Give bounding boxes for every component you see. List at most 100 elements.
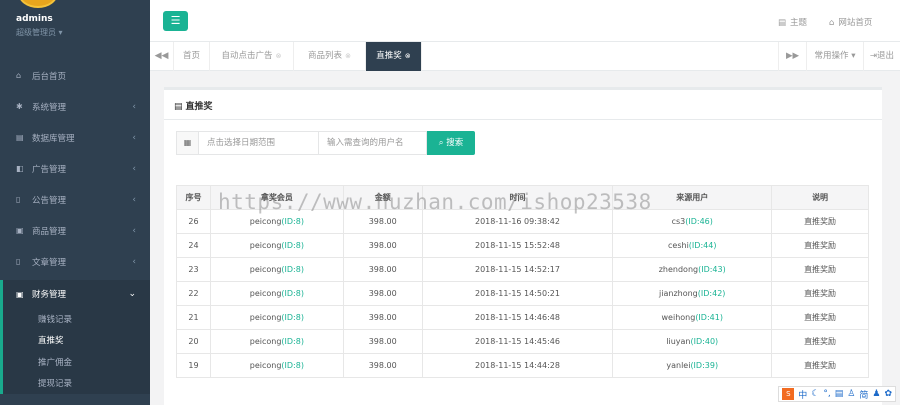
keyboard-icon[interactable]: ▤	[835, 389, 844, 399]
sidebar-item-label: 商品管理	[32, 226, 67, 237]
table-row: 19 peicong(ID:8) 398.00 2018-11-15 14:44:28…	[176, 353, 869, 378]
amount-cell: 398.00	[342, 353, 423, 378]
winner-cell: peicong(ID:8)	[209, 233, 344, 258]
cube-icon: ▣	[16, 226, 24, 235]
row-number: 22	[176, 281, 211, 306]
content-panel: ▤ 直推奖 ▦ 点击选择日期范围 输入需查询的用户名 ⌕ 搜索 序号 拿奖会员 金…	[164, 87, 882, 405]
time-cell: 2018-11-15 14:52:17	[421, 257, 614, 282]
tab-home[interactable]: 首页	[174, 42, 210, 71]
row-number: 23	[176, 257, 211, 282]
tab-scroll-right-button[interactable]: ▶▶	[778, 42, 806, 71]
sidebar-item-label: 后台首页	[32, 71, 67, 82]
date-range-input[interactable]: 点击选择日期范围	[199, 131, 319, 155]
chevron-left-icon: ‹	[132, 163, 136, 174]
site-home-link[interactable]: ⌂ 网站首页	[829, 16, 872, 28]
chevron-down-icon: ⌄	[128, 289, 136, 299]
close-tab-icon[interactable]: ⊗	[276, 52, 282, 60]
theme-link[interactable]: ▤ 主题	[778, 16, 807, 28]
tab-scroll-left-button[interactable]: ◀◀	[150, 42, 174, 71]
home-icon: ⌂	[829, 18, 835, 28]
search-button[interactable]: ⌕ 搜索	[427, 131, 475, 155]
tab-auto-click-ads[interactable]: 自动点击广告 ⊗	[210, 42, 294, 71]
sidebar-item-label: 系统管理	[32, 102, 67, 113]
shirt-icon[interactable]: ♟	[872, 389, 880, 399]
top-bar: ☰ ▤ 主题 ⌂ 网站首页	[150, 0, 900, 42]
time-cell: 2018-11-15 14:44:28	[421, 353, 614, 378]
username-search-input[interactable]: 输入需查询的用户名	[319, 131, 427, 155]
submenu-item[interactable]: 推广佣金	[3, 351, 150, 373]
menu-toggle-button[interactable]: ☰	[163, 11, 188, 31]
calendar-icon[interactable]: ▦	[176, 131, 199, 155]
ime-simplified-toggle[interactable]: 简	[859, 388, 868, 401]
chevron-left-icon: ‹	[132, 225, 136, 236]
submenu-item[interactable]: 提现记录	[3, 373, 150, 395]
source-user-cell: jianzhong(ID:42)	[612, 281, 773, 306]
ime-logo-icon: S	[782, 388, 795, 400]
gear-icon: ✱	[16, 102, 23, 111]
sidebar-item-copy[interactable]: ◧ 广告管理 ‹	[0, 153, 150, 184]
close-tab-icon[interactable]: ⊗	[405, 52, 411, 60]
description-cell: 直推奖励	[771, 329, 869, 354]
divider	[164, 119, 882, 120]
submenu-item[interactable]: 直推奖	[3, 330, 150, 352]
submenu-item[interactable]: 赚钱记录	[3, 308, 150, 330]
time-cell: 2018-11-15 14:50:21	[421, 281, 614, 306]
user-icon[interactable]: ♙	[847, 389, 855, 399]
source-user-cell: liuyan(ID:40)	[612, 329, 773, 354]
chevron-left-icon: ‹	[132, 132, 136, 143]
sidebar-item-database[interactable]: ▤ 数据库管理 ‹	[0, 122, 150, 153]
database-icon: ▤	[16, 133, 24, 142]
tab-bar: ◀◀ 首页 自动点击广告 ⊗ 商品列表 ⊗ 直推奖 ⊗ ▶▶ 常用操作 ▾ ⇥退出	[150, 42, 900, 71]
row-number: 20	[176, 329, 211, 354]
description-cell: 直推奖励	[771, 209, 869, 234]
sidebar-item-finance[interactable]: ▣ 财务管理 ⌄	[0, 280, 150, 308]
document-icon: ▯	[16, 257, 21, 266]
copy-icon: ◧	[16, 164, 24, 173]
source-user-cell: zhendong(ID:43)	[612, 257, 773, 282]
chevron-left-icon: ‹	[132, 194, 136, 205]
tab-direct-referral[interactable]: 直推奖 ⊗	[366, 42, 422, 71]
time-cell: 2018-11-15 14:45:46	[421, 329, 614, 354]
avatar[interactable]	[18, 0, 58, 8]
sidebar-item-cube[interactable]: ▣ 商品管理 ‹	[0, 215, 150, 246]
winner-cell: peicong(ID:8)	[209, 257, 344, 282]
amount-cell: 398.00	[342, 305, 423, 330]
table-row: 20 peicong(ID:8) 398.00 2018-11-15 14:45:46…	[176, 329, 869, 354]
row-number: 21	[176, 305, 211, 330]
row-number: 19	[176, 353, 211, 378]
logout-icon: ⇥	[869, 51, 878, 61]
sidebar-item-label: 广告管理	[32, 164, 67, 175]
settings-icon[interactable]: ✿	[884, 389, 892, 399]
sidebar-item-home[interactable]: ⌂ 后台首页	[0, 60, 150, 91]
tab-product-list[interactable]: 商品列表 ⊗	[294, 42, 366, 71]
logout-button[interactable]: ⇥退出	[863, 42, 900, 71]
table-row: 23 peicong(ID:8) 398.00 2018-11-15 14:52:17…	[176, 257, 869, 282]
amount-cell: 398.00	[342, 281, 423, 306]
column-header: 序号	[176, 185, 211, 210]
table-row: 22 peicong(ID:8) 398.00 2018-11-15 14:50:21…	[176, 281, 869, 306]
moon-icon[interactable]: ☾	[811, 389, 819, 399]
winner-cell: peicong(ID:8)	[209, 329, 344, 354]
amount-cell: 398.00	[342, 329, 423, 354]
amount-cell: 398.00	[342, 257, 423, 282]
ime-toolbar[interactable]: S 中 ☾ °, ▤ ♙ 简 ♟ ✿	[778, 386, 896, 402]
table-row: 24 peicong(ID:8) 398.00 2018-11-15 15:52:48…	[176, 233, 869, 258]
description-cell: 直推奖励	[771, 305, 869, 330]
sidebar-item-file[interactable]: ▯ 公告管理 ‹	[0, 184, 150, 215]
sidebar: admins 超级管理员 ▾ ⌂ 后台首页 ✱ 系统管理 ‹ ▤ 数据库管理 ‹ ◧ 广告管理 ‹ ▯…	[0, 0, 150, 405]
close-tab-icon[interactable]: ⊗	[345, 52, 351, 60]
punctuation-icon[interactable]: °,	[823, 389, 830, 399]
column-header: 说明	[771, 185, 869, 210]
winner-cell: peicong(ID:8)	[209, 353, 344, 378]
user-name: admins	[16, 14, 53, 24]
watermark: https://www.huzhan.com/ishop23538	[218, 190, 652, 214]
common-operations-dropdown[interactable]: 常用操作 ▾	[806, 42, 863, 71]
chevron-left-icon: ‹	[132, 101, 136, 112]
winner-cell: peicong(ID:8)	[209, 305, 344, 330]
sidebar-item-gear[interactable]: ✱ 系统管理 ‹	[0, 91, 150, 122]
sidebar-item-label: 财务管理	[32, 290, 67, 300]
sidebar-item-document[interactable]: ▯ 文章管理 ‹	[0, 246, 150, 277]
user-role-dropdown[interactable]: 超级管理员 ▾	[16, 27, 63, 38]
ime-language-toggle[interactable]: 中	[798, 388, 807, 401]
source-user-cell: weihong(ID:41)	[612, 305, 773, 330]
